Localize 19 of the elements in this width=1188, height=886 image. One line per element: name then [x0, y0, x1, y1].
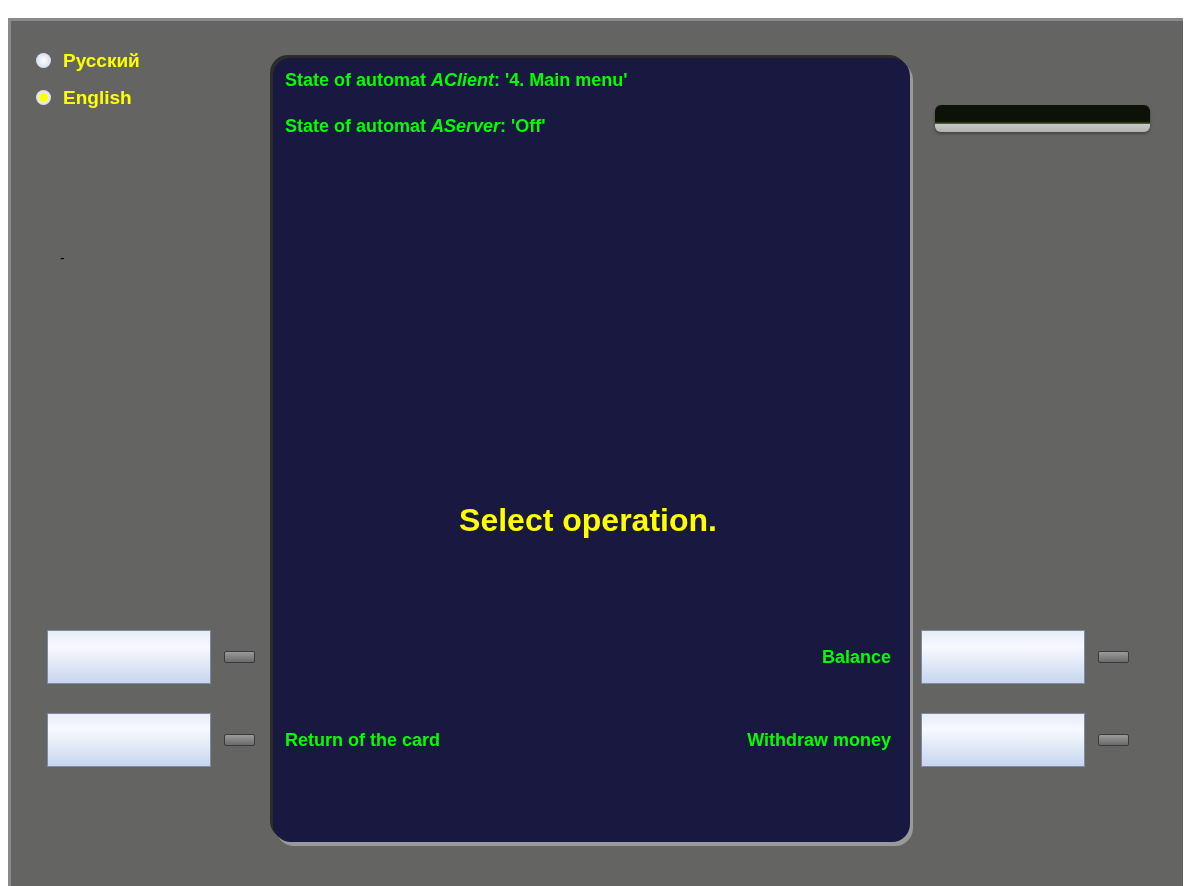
dash-text: -: [60, 250, 65, 266]
key-button[interactable]: [921, 713, 1085, 767]
key-button[interactable]: [47, 630, 211, 684]
side-button[interactable]: [224, 651, 255, 663]
radio-label[interactable]: Русский: [63, 49, 140, 72]
prompt-text: Select operation.: [459, 502, 717, 538]
side-button[interactable]: [1098, 651, 1129, 663]
key-button[interactable]: [921, 630, 1085, 684]
radio-button[interactable]: [36, 53, 51, 68]
side-button[interactable]: [224, 734, 255, 746]
option-label: Balance: [821, 646, 891, 668]
radio-label[interactable]: English: [63, 86, 132, 109]
option-label: Return of the card: [285, 729, 440, 751]
option-label: Withdraw money: [747, 729, 891, 751]
status-line: State of automat AClient: '4. Main menu': [285, 69, 628, 91]
key-button[interactable]: [47, 713, 211, 767]
side-button[interactable]: [1098, 734, 1129, 746]
radio-button[interactable]: [36, 90, 51, 105]
status-line: State of automat AServer: 'Off': [285, 115, 546, 137]
